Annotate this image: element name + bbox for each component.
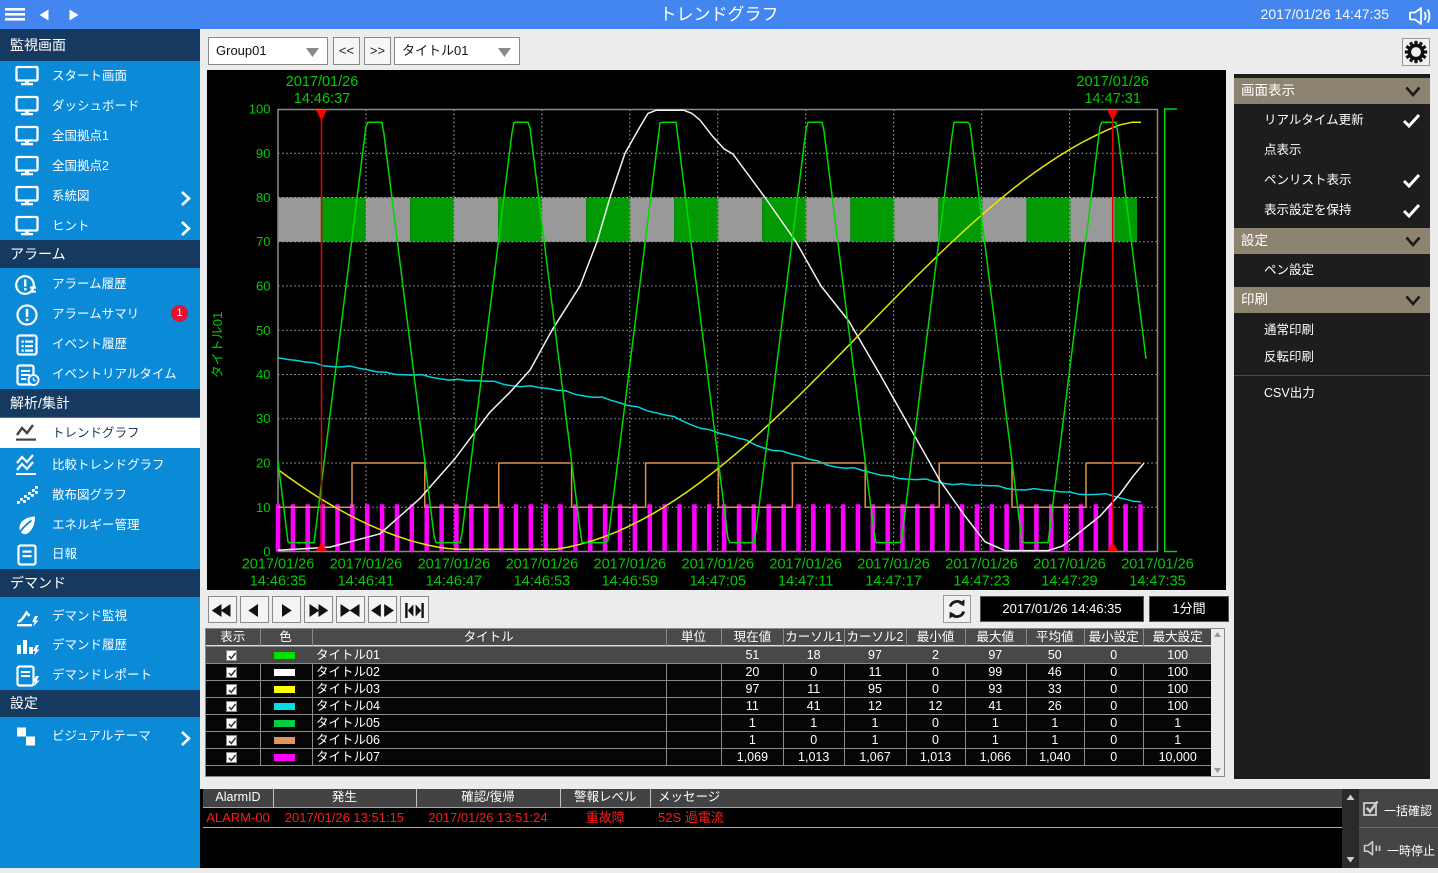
svg-text:タイトル01: タイトル01 [210,312,225,378]
svg-text:14:46:47: 14:46:47 [426,574,482,590]
svg-text:2017/01/26: 2017/01/26 [506,557,579,573]
svg-text:10: 10 [256,500,270,515]
svg-text:70: 70 [256,234,270,249]
svg-text:14:46:35: 14:46:35 [250,574,306,590]
svg-text:50: 50 [256,323,270,338]
svg-text:2017/01/26: 2017/01/26 [418,557,491,573]
svg-text:14:46:59: 14:46:59 [602,574,658,590]
svg-text:2017/01/26: 2017/01/26 [1076,74,1149,90]
svg-text:14:47:11: 14:47:11 [778,574,833,590]
svg-text:14:46:37: 14:46:37 [294,91,350,107]
svg-text:90: 90 [256,146,270,161]
svg-text:2017/01/26: 2017/01/26 [682,557,755,573]
svg-text:14:46:41: 14:46:41 [338,574,394,590]
svg-text:100: 100 [249,102,271,117]
svg-text:40: 40 [256,367,270,382]
svg-text:20: 20 [256,456,270,471]
svg-text:2017/01/26: 2017/01/26 [1121,557,1194,573]
svg-text:30: 30 [256,411,270,426]
svg-text:14:46:53: 14:46:53 [514,574,570,590]
svg-text:2017/01/26: 2017/01/26 [945,557,1018,573]
svg-text:2017/01/26: 2017/01/26 [242,557,315,573]
svg-text:14:47:05: 14:47:05 [690,574,746,590]
svg-text:80: 80 [256,190,270,205]
svg-text:2017/01/26: 2017/01/26 [857,557,930,573]
svg-text:14:47:17: 14:47:17 [865,574,921,590]
svg-text:60: 60 [256,279,270,294]
svg-text:14:47:35: 14:47:35 [1129,574,1185,590]
svg-text:2017/01/26: 2017/01/26 [330,557,403,573]
svg-text:2017/01/26: 2017/01/26 [594,557,667,573]
svg-text:2017/01/26: 2017/01/26 [1033,557,1106,573]
svg-text:14:47:31: 14:47:31 [1084,91,1140,107]
svg-text:14:47:23: 14:47:23 [953,574,1009,590]
svg-text:14:47:29: 14:47:29 [1041,574,1097,590]
svg-text:2017/01/26: 2017/01/26 [286,74,359,90]
svg-text:2017/01/26: 2017/01/26 [769,557,842,573]
